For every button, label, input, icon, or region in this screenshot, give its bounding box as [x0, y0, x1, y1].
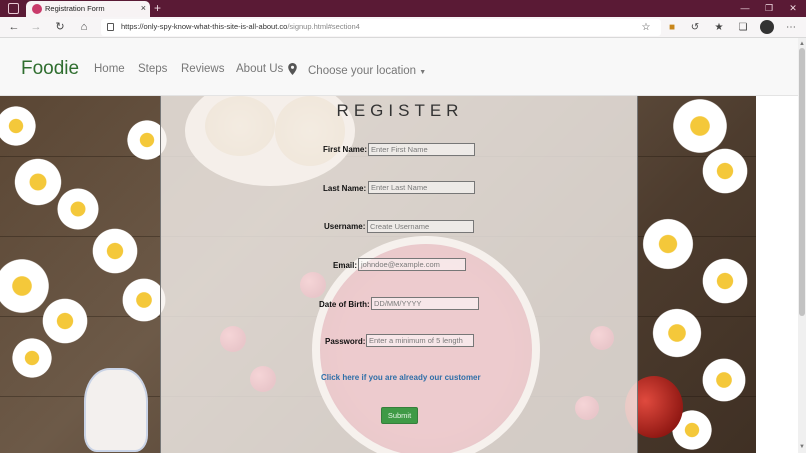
location-select[interactable]: Choose your location ▼ [308, 65, 426, 77]
last-name-label: Last Name: [323, 184, 367, 193]
back-icon[interactable]: ← [6, 20, 22, 35]
restore-icon[interactable]: ❐ [757, 0, 781, 17]
new-tab-button[interactable]: + [154, 1, 161, 15]
profile-icon[interactable] [760, 20, 774, 34]
location-pin-icon [288, 63, 297, 75]
refresh-extension-icon[interactable]: ↺ [687, 20, 703, 35]
browser-tab[interactable]: Registration Form × [26, 1, 150, 17]
minimize-icon[interactable]: — [733, 0, 757, 17]
nav-link-home[interactable]: Home [94, 63, 125, 75]
caret-down-icon: ▼ [419, 69, 427, 76]
register-panel: REGISTER First Name: Last Name: Username… [160, 96, 638, 453]
add-favorite-icon[interactable]: ☆ [638, 20, 654, 35]
last-name-input[interactable] [368, 181, 475, 194]
close-icon[interactable]: ✕ [781, 0, 805, 17]
address-bar-row: ← → ↻ ⌂ https://only-spy-know-what-this-… [0, 17, 806, 38]
favorites-icon[interactable]: ★ [711, 20, 727, 35]
brand-logo[interactable]: Foodie [21, 58, 79, 80]
home-icon[interactable]: ⌂ [76, 20, 92, 35]
url-input[interactable]: https://only-spy-know-what-this-site-is-… [101, 19, 661, 36]
tab-title: Registration Form [45, 4, 105, 13]
site-navbar: Foodie Home Steps Reviews About Us Choos… [0, 38, 798, 96]
lock-icon[interactable] [107, 23, 114, 31]
password-input[interactable] [366, 334, 474, 347]
tab-actions-icon[interactable] [8, 3, 19, 14]
username-input[interactable] [367, 220, 474, 233]
scroll-thumb[interactable] [799, 48, 805, 316]
date-of-birth-input[interactable] [371, 297, 479, 310]
nav-link-about-us[interactable]: About Us [236, 63, 283, 75]
site-favicon-icon [32, 4, 42, 14]
page-title: REGISTER [336, 101, 464, 120]
scroll-up-icon[interactable]: ▲ [799, 41, 805, 47]
email-label: Email: [333, 261, 358, 270]
collections-icon[interactable]: ❏ [735, 20, 751, 35]
first-name-input[interactable] [368, 143, 475, 156]
first-name-label: First Name: [323, 145, 368, 154]
more-icon[interactable]: ⋯ [783, 20, 799, 35]
date-of-birth-label: Date of Birth: [319, 300, 370, 309]
extension-icon[interactable]: ■ [664, 20, 680, 35]
password-label: Password: [325, 337, 366, 346]
url-text: https://only-spy-know-what-this-site-is-… [121, 22, 360, 31]
page-scrollbar[interactable]: ▲ ▼ [798, 38, 806, 453]
nav-link-reviews[interactable]: Reviews [181, 63, 224, 75]
nav-link-steps[interactable]: Steps [138, 63, 167, 75]
email-input[interactable] [358, 258, 466, 271]
forward-icon[interactable]: → [28, 20, 44, 35]
username-label: Username: [324, 222, 366, 231]
browser-title-bar: Registration Form × + — ❐ ✕ [0, 0, 806, 17]
submit-button[interactable]: Submit [381, 407, 418, 424]
refresh-icon[interactable]: ↻ [52, 20, 68, 35]
scroll-down-icon[interactable]: ▼ [799, 444, 805, 450]
existing-customer-link[interactable]: Click here if you are already our custom… [321, 373, 481, 382]
close-tab-icon[interactable]: × [141, 3, 146, 13]
